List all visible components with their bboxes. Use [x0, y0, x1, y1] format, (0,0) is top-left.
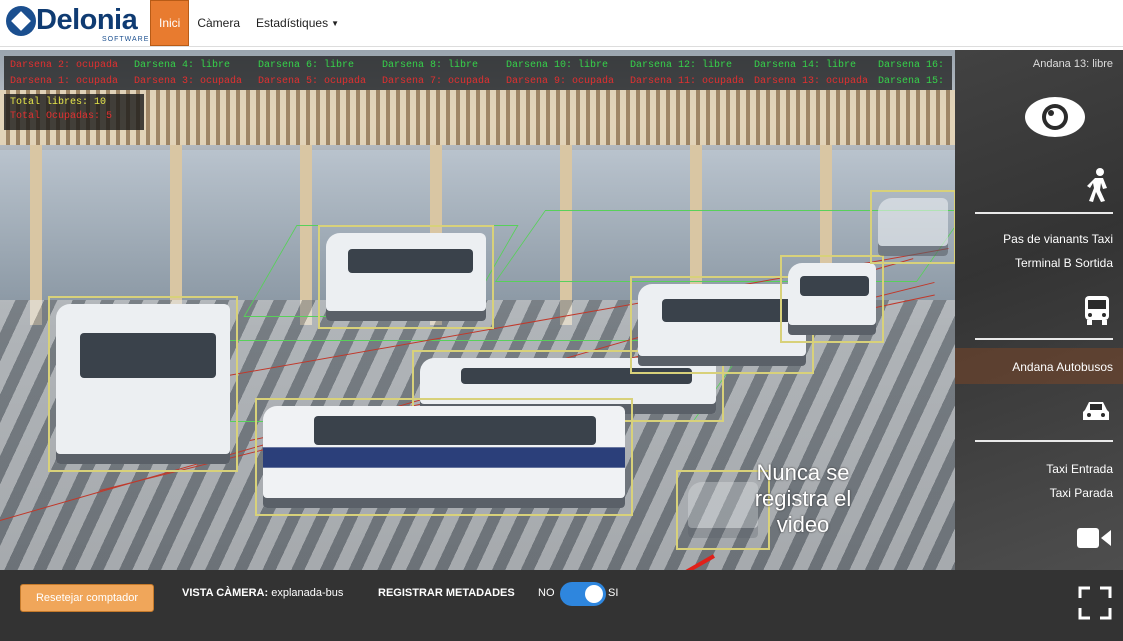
total-free: Total libres: 10 [10, 97, 107, 108]
darsena-status: Darsena 11: ocupada [630, 76, 745, 87]
darsena-status: Darsena 13: ocupada [754, 76, 869, 87]
zone-label[interactable]: Andana Autobusos [1012, 360, 1113, 374]
darsena-status: Darsena 3: ocupada [134, 76, 243, 87]
bus-detection [870, 190, 955, 264]
darsena-status-panel: Darsena 2: ocupada Darsena 4: libre Dars… [4, 56, 952, 90]
camera-view-value: explanada-bus [271, 587, 344, 599]
video-camera-icon[interactable] [1077, 526, 1111, 550]
pedestrian-icon[interactable] [1085, 168, 1111, 202]
darsena-status: Darsena 1: ocupada [10, 76, 119, 87]
camera-view-key: VISTA CÀMERA: [182, 587, 269, 599]
darsena-status: Darsena 10: libre [506, 60, 609, 71]
zone-label[interactable]: Taxi Entrada [1046, 462, 1113, 476]
top-navbar: Delonia SOFTWARE Inici Càmera Estadístiq… [0, 0, 1123, 47]
zone-label[interactable]: Terminal B Sortida [1015, 256, 1113, 270]
divider [975, 440, 1113, 442]
divider [975, 212, 1113, 214]
darsena-status: Darsena 5: ocupada [258, 76, 367, 87]
bus-icon[interactable] [1083, 296, 1111, 326]
darsena-status: Darsena 9: ocupada [506, 76, 615, 87]
car-icon[interactable] [1081, 400, 1111, 424]
main-nav: Inici Càmera Estadístiques ▼ [150, 0, 347, 46]
reset-counter-button[interactable]: Resetejar comptador [20, 584, 154, 612]
eye-icon[interactable] [1023, 94, 1087, 140]
fullscreen-icon[interactable] [1078, 586, 1112, 620]
zone-label[interactable]: Taxi Parada [1050, 486, 1113, 500]
chevron-down-icon: ▼ [331, 18, 339, 28]
bus-detection [318, 225, 494, 329]
toggle-knob [585, 585, 603, 603]
camera-view-label: VISTA CÀMERA: explanada-bus [182, 587, 343, 599]
pillar [30, 145, 42, 325]
record-metadata-toggle[interactable] [560, 582, 606, 606]
darsena-status: Darsena 7: ocupada [382, 76, 491, 87]
bus-detection [255, 398, 633, 516]
bottom-toolbar: Resetejar comptador VISTA CÀMERA: explan… [0, 570, 1123, 641]
logo-icon [6, 6, 36, 36]
darsena-status: Darsena 12: libre [630, 60, 733, 71]
zone-panel: Andana 13: libre Pas de vianants Taxi Te… [955, 50, 1123, 570]
brand-name: Delonia [36, 4, 138, 36]
nav-camera[interactable]: Càmera [189, 0, 248, 46]
status-row-odd: Darsena 1: ocupada Darsena 3: ocupada Da… [10, 76, 1002, 87]
andana-status: Andana 13: libre [1032, 58, 1113, 70]
status-row-even: Darsena 2: ocupada Darsena 4: libre Dars… [10, 60, 1002, 71]
divider [975, 338, 1113, 340]
darsena-status: Darsena 2: ocupada [10, 60, 119, 71]
bus-detection [48, 296, 238, 472]
toggle-si-label: SI [608, 587, 619, 599]
darsena-status: Darsena 8: libre [382, 60, 479, 71]
darsena-status: Darsena 6: libre [258, 60, 355, 71]
nav-inici[interactable]: Inici [150, 0, 190, 46]
total-busy: Total Ocupadas: 5 [10, 111, 113, 122]
nav-estadistiques-label: Estadístiques [256, 16, 329, 30]
annotation-note: Nunca se registra el video [754, 460, 852, 537]
toggle-no-label: NO [538, 587, 555, 599]
brand-logo[interactable]: Delonia SOFTWARE [6, 4, 148, 44]
zone-label[interactable]: Pas de vianants Taxi [1003, 232, 1113, 246]
annotation-arrow-icon [685, 554, 715, 570]
darsena-status: Darsena 14: libre [754, 60, 857, 71]
nav-estadistiques[interactable]: Estadístiques ▼ [248, 0, 347, 46]
bus-detection [780, 255, 884, 343]
record-metadata-label: REGISTRAR METADADES [378, 587, 515, 599]
brand-sub: SOFTWARE [102, 36, 150, 43]
totals-panel: Total libres: 10 Total Ocupadas: 5 [4, 94, 144, 130]
darsena-status: Darsena 4: libre [134, 60, 231, 71]
